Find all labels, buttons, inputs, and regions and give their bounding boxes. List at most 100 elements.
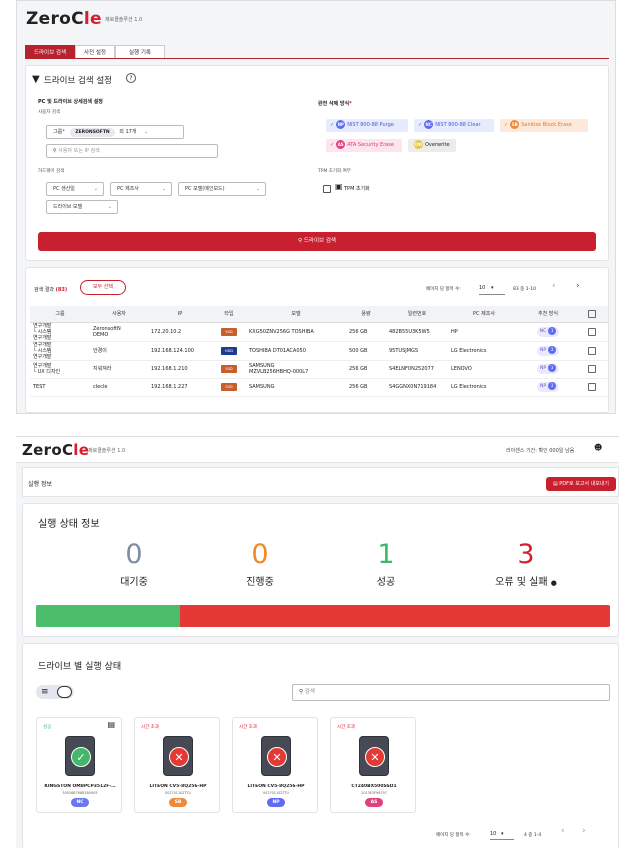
pc-maker-dropdown[interactable]: PC 제조사 ⌄ xyxy=(110,182,172,196)
cell-maker: LG Electronics xyxy=(448,341,520,361)
per-page-select[interactable]: 10 ▾ xyxy=(479,282,505,295)
app-logo-2: ZeroCle xyxy=(22,441,90,459)
cell-ip: 172.20.10.2 xyxy=(148,322,212,342)
method-sb[interactable]: ✓ SB Sanitize Block Erase xyxy=(500,119,588,132)
method-as[interactable]: ✓ AS ATA Security Erase xyxy=(326,139,402,152)
exec-info-title: 실행 정보 xyxy=(28,481,52,488)
cell-type: HDD xyxy=(212,341,246,361)
table-row[interactable]: 연구개발 └ 시스템 연구개발 ZeronsoftN DEMO 172.20.10.… xyxy=(30,322,608,342)
method-badge: NP xyxy=(267,798,285,807)
row-checkbox[interactable] xyxy=(588,383,596,391)
method-nc[interactable]: ✓ NC NIST 800-88 Clear xyxy=(414,119,494,132)
tab-drive-search[interactable]: 드라이브 검색 xyxy=(25,45,75,59)
header-checkbox[interactable] xyxy=(576,306,608,323)
drive-type-tag: HDD xyxy=(221,346,237,355)
method-np[interactable]: ✓ NP NIST 800-88 Purge xyxy=(326,119,408,132)
tpm-label: TPM 초기화 xyxy=(344,186,370,192)
tab-underline xyxy=(25,58,609,59)
cell-type: SSD xyxy=(212,378,246,397)
drive-name: LITEON CV5-8Q256-HP xyxy=(247,784,305,789)
row-checkbox-cell xyxy=(576,341,608,361)
settings-title: 드라이브 검색 설정 xyxy=(44,76,112,86)
pc-date-dropdown[interactable]: PC 생산일 ⌄ xyxy=(46,182,104,196)
drive-status-title: 드라이브 별 실행 상태 xyxy=(38,662,122,672)
drive-card[interactable]: 시간 초과 ✕ LITEON CV5-8Q256-HP 002701102TTU NP xyxy=(232,717,318,813)
table-row[interactable]: TEST clecle 192.168.1.227 SSD SAMSUNG 256 GB S… xyxy=(30,378,608,397)
pdf-export-button[interactable]: ▤ PDF로 보고서 내보내기 xyxy=(546,477,616,491)
chip-icon: ▣ xyxy=(335,182,343,191)
cell-user: 지워져라 xyxy=(90,360,148,379)
next-page-icon-2[interactable]: › xyxy=(582,826,586,836)
prev-page-icon-2[interactable]: ‹ xyxy=(561,826,565,836)
col-group: 그룹 xyxy=(30,306,90,323)
help-icon[interactable]: ? xyxy=(126,73,136,83)
hw-search-label: 하드웨어 검색 xyxy=(38,169,65,174)
cell-recommend: NC 1 xyxy=(520,322,576,342)
method-ow[interactable]: OW Overwrite xyxy=(408,139,456,152)
tpm-checkbox[interactable] xyxy=(323,185,331,193)
drive-search-input[interactable]: ⚲ 검색 xyxy=(292,684,610,701)
info-icon[interactable]: ● xyxy=(551,579,557,587)
col-serial: 일련번호 xyxy=(386,306,448,323)
results-label: 검색 결과 (83) xyxy=(34,287,68,293)
erase-method-title: 완전 삭제 방식* xyxy=(318,101,352,107)
row-checkbox[interactable] xyxy=(588,346,596,355)
error-icon: ✕ xyxy=(169,747,189,767)
prev-page-icon[interactable]: ‹ xyxy=(552,281,556,291)
drive-icon: ✕ xyxy=(359,736,389,776)
per-page-select-2[interactable]: 10 ▾ xyxy=(490,828,514,840)
row-checkbox[interactable] xyxy=(588,327,596,336)
row-checkbox[interactable] xyxy=(588,365,596,373)
stat-label: 오류 및 실패 ● xyxy=(495,577,557,588)
drive-icon: ✕ xyxy=(163,736,193,776)
exec-info-bar xyxy=(22,467,619,497)
cell-user: ZeronsoftN DEMO xyxy=(90,322,148,342)
error-icon: ✕ xyxy=(267,747,287,767)
grid-icon[interactable] xyxy=(57,686,72,698)
report-icon[interactable]: ▤ xyxy=(107,720,115,729)
per-page-label: 페이지 당 항목 수: xyxy=(426,287,461,292)
cell-serial: 482B55U3K5W5 xyxy=(386,322,448,342)
drive-card[interactable]: 시간 초과 ✕ CT240BX500SSD1 2013E3F96797 AS xyxy=(330,717,416,813)
view-toggle[interactable]: ≡ xyxy=(36,685,74,699)
group-pill: ZERONSOFTN xyxy=(70,128,115,137)
drive-card[interactable]: 성공 ▤ ✓ KINGSTON OM8PCP3512F-… 50026B768B1B09… xyxy=(36,717,122,813)
success-fill xyxy=(36,605,180,627)
select-all-button[interactable]: 모두 선택 xyxy=(80,280,126,295)
cell-user: clecle xyxy=(90,378,148,397)
group-select[interactable]: 그룹* ZERONSOFTN 외 17개 ⌄ xyxy=(46,125,184,139)
page-range-2: 4 중 1-4 xyxy=(524,833,542,838)
method-badge: NC xyxy=(71,798,89,807)
stat-label: 대기중 xyxy=(120,577,148,588)
user-icon[interactable]: ☻ xyxy=(594,443,602,452)
user-ip-search-input[interactable]: ⚲ 사용자 또는 IP 검색 xyxy=(46,144,218,158)
drive-model-dropdown[interactable]: 드라이브 모델 ⌄ xyxy=(46,200,118,214)
drive-card[interactable]: 시간 초과 ✕ LITEON CV5-8Q256-HP 002701102TTU SB xyxy=(134,717,220,813)
drive-serial: 2013E3F96797 xyxy=(361,791,387,795)
drive-search-button[interactable]: ⚲ 드라이브 검색 xyxy=(38,232,596,251)
tab-presets[interactable]: 사전 설정 xyxy=(75,45,115,59)
cell-user: 안경이 xyxy=(90,341,148,361)
cell-recommend: NP 3 xyxy=(520,360,576,379)
method-badge: AS xyxy=(365,798,383,807)
stat-value: 0 xyxy=(251,539,269,570)
app-logo: ZeroCle xyxy=(26,9,102,29)
cell-recommend: NP 3 xyxy=(520,341,576,361)
list-icon[interactable]: ≡ xyxy=(41,685,49,699)
cell-model: TOSHIBA DT01ACA050 xyxy=(246,341,346,361)
search-screen: ZeroCle 제로클솔루션 1.0 드라이브 검색 사전 설정 실행 기록 ▼… xyxy=(16,0,616,414)
table-row[interactable]: 연구개발 └ UX 디자인 지워져라 192.168.1.210 SSD SAMSUNG… xyxy=(30,360,608,379)
per-page-label-2: 페이지 당 항목 수: xyxy=(436,833,471,838)
chevron-down-icon: ⌄ xyxy=(144,129,149,135)
drive-status: 시간 초과 xyxy=(337,725,355,730)
table-row[interactable]: 연구개발 └ 시스템 연구개발 안경이 192.168.124.100 HDD TOSH… xyxy=(30,341,608,361)
app-version: 제로클솔루션 1.0 xyxy=(105,17,143,23)
next-page-icon[interactable]: › xyxy=(576,281,580,291)
recommend-badge: NP 3 xyxy=(536,382,560,392)
search-icon: ⚲ xyxy=(53,148,57,154)
pc-model-dropdown[interactable]: PC 모델(메인보드) ⌄ xyxy=(178,182,266,196)
filter-icon: ▼ xyxy=(32,74,40,85)
cell-type: SSD xyxy=(212,322,246,342)
stat-value: 0 xyxy=(125,539,143,570)
tab-history[interactable]: 실행 기록 xyxy=(115,45,165,59)
